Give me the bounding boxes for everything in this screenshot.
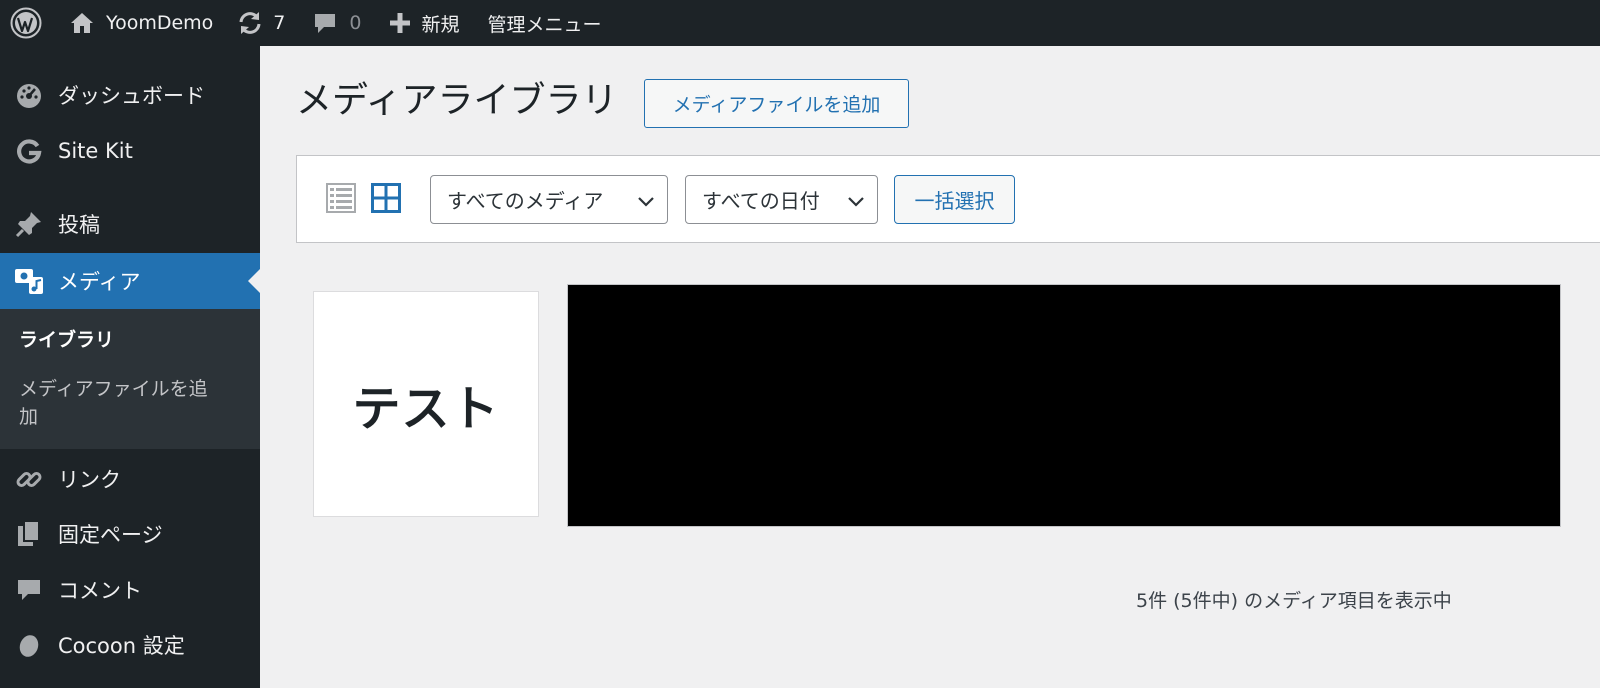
sidebar-item-posts[interactable]: 投稿 <box>0 196 260 252</box>
google-g-icon <box>0 138 58 164</box>
sidebar-item-label: コメント <box>58 579 142 603</box>
page-icon <box>0 520 58 548</box>
new-content-link[interactable]: 新規 <box>375 0 473 46</box>
date-filter-value: すべての日付 <box>702 189 820 213</box>
comments-count: 0 <box>349 12 362 34</box>
sidebar-item-comments[interactable]: コメント <box>0 562 260 618</box>
comments-link[interactable]: 0 <box>299 0 375 46</box>
media-item-redacted-thumbnail[interactable] <box>567 284 1561 527</box>
admin-menu-label: 管理メニュー <box>487 13 602 36</box>
sidebar-item-label: Site Kit <box>58 139 133 163</box>
admin-menu-link[interactable]: 管理メニュー <box>474 0 616 46</box>
submenu-item-library[interactable]: ライブラリ <box>19 326 114 354</box>
bulk-select-button[interactable]: 一括選択 <box>894 175 1015 224</box>
date-filter-select[interactable]: すべての日付 <box>685 175 878 224</box>
sidebar-item-pages[interactable]: 固定ページ <box>0 506 260 562</box>
media-type-filter-value: すべてのメディア <box>447 189 604 213</box>
sidebar-item-cocoon-settings[interactable]: Cocoon 設定 <box>0 617 260 673</box>
add-media-file-button[interactable]: メディアファイルを追加 <box>644 79 909 128</box>
admin-sidebar: ダッシュボード Site Kit 投稿 メディア ライブラリ メディアファイルを… <box>0 46 260 688</box>
grid-view-icon[interactable] <box>371 183 401 213</box>
sidebar-item-site-kit[interactable]: Site Kit <box>0 123 260 179</box>
media-toolbar: すべてのメディア すべての日付 一括選択 <box>296 155 1600 243</box>
media-submenu: ライブラリ メディアファイルを追 加 <box>0 309 260 449</box>
chevron-down-icon <box>638 197 654 207</box>
sidebar-item-label: Cocoon 設定 <box>58 634 185 658</box>
media-icon <box>0 267 58 295</box>
submenu-label-line2: 加 <box>19 406 39 428</box>
pin-icon <box>0 210 58 238</box>
sidebar-item-media[interactable]: メディア <box>0 253 260 309</box>
home-icon <box>71 13 93 33</box>
comment-bubble-icon <box>315 14 336 33</box>
site-name: YoomDemo <box>106 12 214 34</box>
page-title: メディアライブラリ <box>296 80 618 121</box>
submenu-item-add-new[interactable]: メディアファイルを追 加 <box>19 375 208 431</box>
plus-icon <box>390 13 411 33</box>
wordpress-logo-button[interactable] <box>0 0 52 46</box>
updates-icon <box>239 12 261 34</box>
submenu-label-line1: メディアファイルを追 <box>19 378 208 400</box>
sidebar-item-label: メディア <box>58 270 141 294</box>
updates-link[interactable]: 7 <box>223 0 299 46</box>
site-name-link[interactable]: YoomDemo <box>52 0 223 46</box>
admin-bar: YoomDemo 7 0 新規 管理メニュー <box>0 0 1600 46</box>
sidebar-item-links[interactable]: リンク <box>0 451 260 507</box>
list-view-icon[interactable] <box>326 183 356 213</box>
media-count-text: 5件 (5件中) のメディア項目を表示中 <box>1136 590 1452 612</box>
cocoon-icon <box>0 632 58 658</box>
dashboard-icon <box>0 81 58 109</box>
sidebar-item-dashboard[interactable]: ダッシュボード <box>0 67 260 123</box>
chevron-down-icon <box>848 197 864 207</box>
comment-icon <box>0 577 58 603</box>
new-label: 新規 <box>421 13 460 36</box>
media-item-thumbnail[interactable]: テスト <box>313 291 539 517</box>
sidebar-item-label: 固定ページ <box>58 523 163 547</box>
wordpress-logo-icon <box>10 7 42 39</box>
sidebar-item-label: 投稿 <box>58 213 100 237</box>
updates-count: 7 <box>273 12 286 34</box>
current-menu-arrow <box>248 269 260 293</box>
sidebar-item-label: ダッシュボード <box>58 84 205 108</box>
sidebar-item-label: リンク <box>58 468 121 492</box>
thumbnail-text: テスト <box>352 381 500 437</box>
link-icon <box>0 465 58 493</box>
media-type-filter-select[interactable]: すべてのメディア <box>430 175 668 224</box>
